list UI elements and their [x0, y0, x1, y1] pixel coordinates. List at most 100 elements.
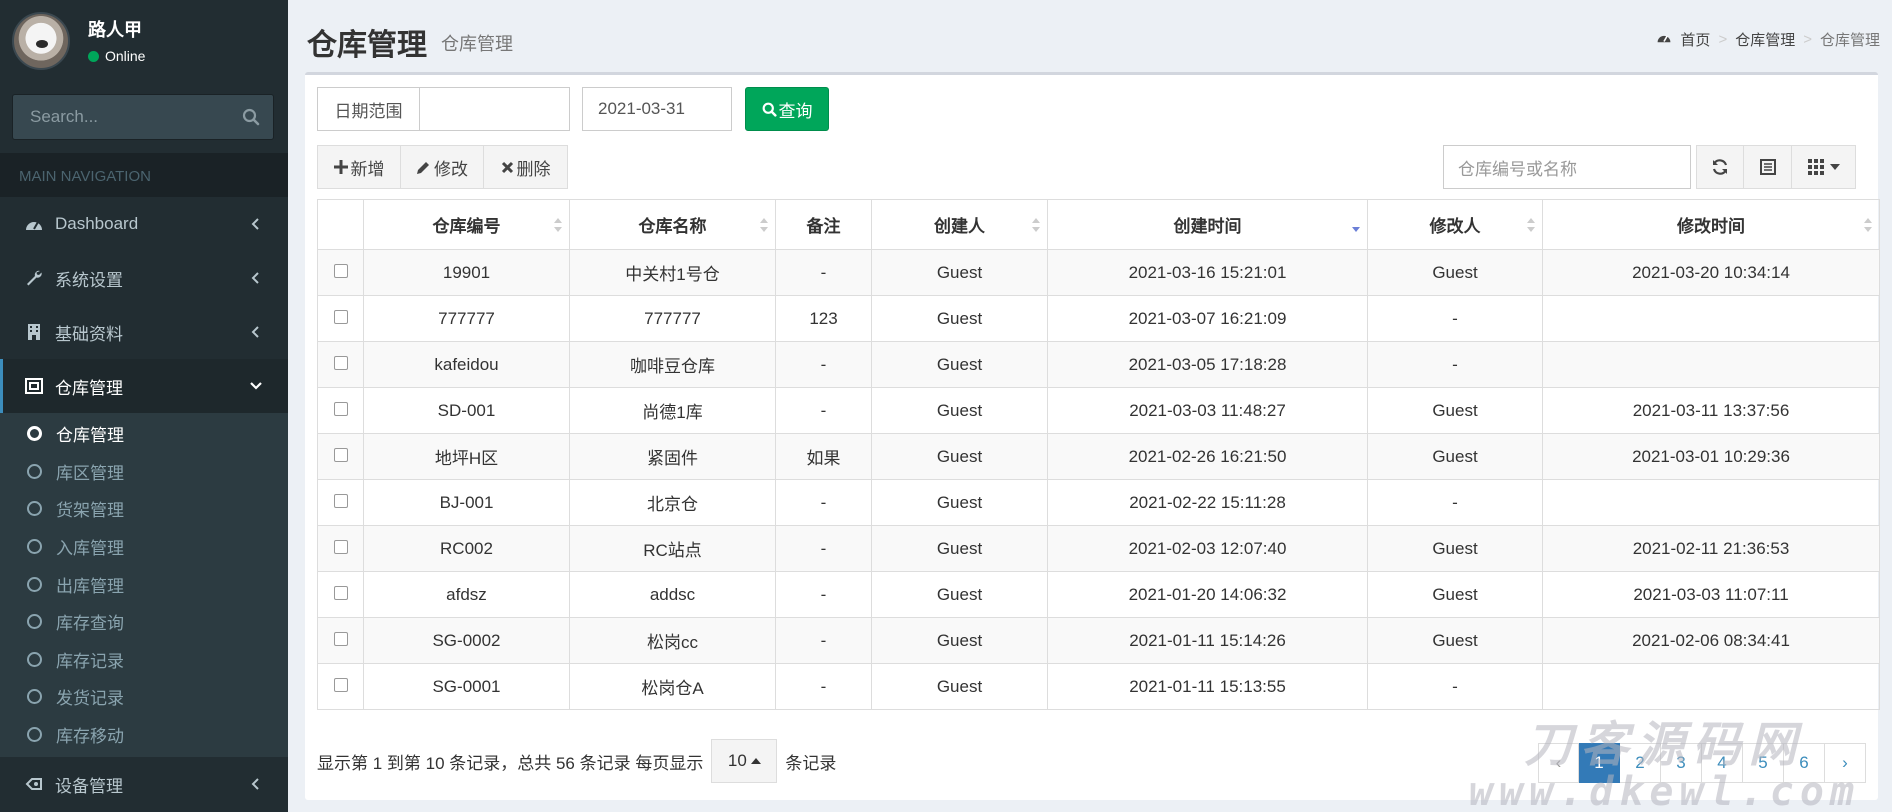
page-2-button[interactable]: 2 [1620, 743, 1661, 783]
table-row[interactable]: 19901 中关村1号仓 - Guest 2021-03-16 15:21:01 Gues… [317, 249, 1880, 296]
caret-up-icon [750, 758, 761, 764]
row-checkbox[interactable] [333, 264, 348, 279]
breadcrumb-current: 仓库管理 [1819, 32, 1880, 49]
sidebar-item-warehouse[interactable]: 仓库管理 [0, 359, 288, 413]
query-button[interactable]: 查询 [745, 87, 829, 131]
table-row[interactable]: 地坪H区 紧固件 如果 Guest 2021-02-26 16:21:50 Guest 20… [317, 433, 1880, 480]
table-row[interactable]: afdsz addsc - Guest 2021-01-20 14:06:32 Guest… [317, 571, 1880, 618]
column-header[interactable]: 创建时间 [1047, 199, 1368, 250]
add-button-label: 新增 [350, 159, 385, 179]
column-header[interactable]: 仓库名称 [569, 199, 776, 250]
next-page-button[interactable]: › [1825, 743, 1866, 783]
cell-code: SD-001 [363, 387, 570, 434]
column-header[interactable]: 修改时间 [1542, 199, 1880, 250]
table-row[interactable]: kafeidou 咖啡豆仓库 - Guest 2021-03-05 17:18:28- [317, 341, 1880, 388]
pagination-summary: 显示第 1 到第 10 条记录，总共 56 条记录 每页显示 [317, 753, 704, 773]
column-header[interactable]: 备注 [775, 199, 872, 250]
table-row[interactable]: SG-0001 松岗仓A - Guest 2021-01-11 15:13:55- [317, 663, 1880, 710]
circle-icon [27, 539, 42, 555]
table-search-input[interactable]: 仓库编号或名称 [1443, 145, 1691, 189]
submenu-item-zone[interactable]: 库区管理 [0, 453, 288, 491]
start-date-input[interactable] [420, 87, 570, 131]
submenu-item-stock-record[interactable]: 库存记录 [0, 641, 288, 679]
row-checkbox[interactable] [333, 678, 348, 693]
table-row[interactable]: SD-001 尚德1库 - Guest 2021-03-03 11:48:27 Guest… [317, 387, 1880, 434]
row-checkbox[interactable] [333, 586, 348, 601]
breadcrumb-home[interactable]: 首页 [1680, 29, 1710, 50]
page-4-button[interactable]: 4 [1702, 743, 1743, 783]
sidebar-item-dashboard[interactable]: Dashboard [0, 197, 288, 251]
cell-creator: Guest [871, 479, 1048, 526]
table-row[interactable]: BJ-001 北京仓 - Guest 2021-02-22 15:11:28- [317, 479, 1880, 526]
columns-dropdown-button[interactable] [1792, 145, 1856, 189]
submenu-item-shipping-record[interactable]: 发货记录 [0, 678, 288, 716]
cell-name: RC站点 [569, 525, 776, 572]
submenu-item-label: 入库管理 [56, 539, 124, 559]
add-button[interactable]: 新增 [317, 145, 401, 189]
breadcrumb-separator: > [1803, 31, 1812, 48]
building-icon [23, 321, 45, 343]
avatar[interactable] [12, 12, 70, 70]
breadcrumb: 首页 > 仓库管理 > 仓库管理 [1656, 29, 1880, 50]
user-panel: 路人甲 Online [0, 0, 288, 84]
submenu-item-label: 库区管理 [56, 463, 124, 483]
breadcrumb-level1[interactable]: 仓库管理 [1735, 29, 1795, 50]
table-icon-group [1696, 145, 1856, 189]
column-header[interactable]: 仓库编号 [363, 199, 570, 250]
search-icon[interactable] [229, 95, 273, 139]
table-tools: 仓库编号或名称 [1443, 145, 1856, 189]
submenu-item-outbound[interactable]: 出库管理 [0, 565, 288, 603]
prev-page-button[interactable]: ‹ [1538, 743, 1579, 783]
cell-name: 777777 [569, 295, 776, 342]
table-row[interactable]: RC002 RC站点 - Guest 2021-02-03 12:07:40 Guest 2… [317, 525, 1880, 572]
row-checkbox[interactable] [333, 310, 348, 325]
header-select-all[interactable] [317, 199, 364, 250]
edit-button[interactable]: 修改 [401, 145, 484, 189]
sidebar-item-label: 基础资料 [55, 324, 123, 344]
cell-created-at: 2021-01-11 15:13:55 [1047, 663, 1368, 710]
page-3-button[interactable]: 3 [1661, 743, 1702, 783]
submenu-item-shelf[interactable]: 货架管理 [0, 490, 288, 528]
sidebar-item-label: 仓库管理 [55, 378, 123, 398]
cell-modified-at [1542, 341, 1880, 388]
page-5-button[interactable]: 5 [1743, 743, 1784, 783]
column-header[interactable]: 创建人 [871, 199, 1048, 250]
row-checkbox[interactable] [333, 494, 348, 509]
column-header[interactable]: 修改人 [1367, 199, 1543, 250]
sort-desc-icon [1352, 227, 1360, 232]
submenu-item-warehouse[interactable]: 仓库管理 [0, 415, 288, 453]
cell-code: afdsz [363, 571, 570, 618]
cell-modifier: - [1367, 479, 1543, 526]
row-checkbox[interactable] [333, 402, 348, 417]
sidebar-item-base-data[interactable]: 基础资料 [0, 305, 288, 359]
delete-button[interactable]: 删除 [484, 145, 568, 189]
submenu-item-stock-query[interactable]: 库存查询 [0, 603, 288, 641]
submenu-item-inbound[interactable]: 入库管理 [0, 528, 288, 566]
end-date-input[interactable]: 2021-03-31 [582, 87, 732, 131]
row-checkbox[interactable] [333, 540, 348, 555]
row-checkbox-cell [317, 663, 364, 710]
toggle-view-button[interactable] [1744, 145, 1792, 189]
submenu-item-label: 发货记录 [56, 689, 124, 709]
cell-modifier: - [1367, 341, 1543, 388]
sidebar-item-system-settings[interactable]: 系统设置 [0, 251, 288, 305]
chevron-left-icon [246, 268, 266, 288]
row-checkbox[interactable] [333, 448, 348, 463]
circle-icon [27, 501, 42, 517]
row-checkbox-cell [317, 525, 364, 572]
table-row[interactable]: SG-0002 松岗cc - Guest 2021-01-11 15:14:26 Gues… [317, 617, 1880, 664]
page-1-button[interactable]: 1 [1579, 743, 1620, 783]
sidebar-search-input[interactable]: Search... [12, 94, 274, 140]
page-size-dropdown[interactable]: 10 [711, 739, 778, 783]
row-checkbox[interactable] [333, 632, 348, 647]
row-checkbox[interactable] [333, 356, 348, 371]
sidebar-item-device[interactable]: 设备管理 [0, 757, 288, 811]
submenu-item-stock-move[interactable]: 库存移动 [0, 716, 288, 754]
cell-modifier: Guest [1367, 387, 1543, 434]
refresh-button[interactable] [1696, 145, 1744, 189]
table-footer-info: 显示第 1 到第 10 条记录，总共 56 条记录 每页显示 10 条记录 [317, 739, 836, 783]
page-size-value: 10 [727, 751, 747, 770]
table-row[interactable]: 777777 777777 123 Guest 2021-03-07 16:21:09- [317, 295, 1880, 342]
page-6-button[interactable]: 6 [1784, 743, 1825, 783]
cell-code: kafeidou [363, 341, 570, 388]
